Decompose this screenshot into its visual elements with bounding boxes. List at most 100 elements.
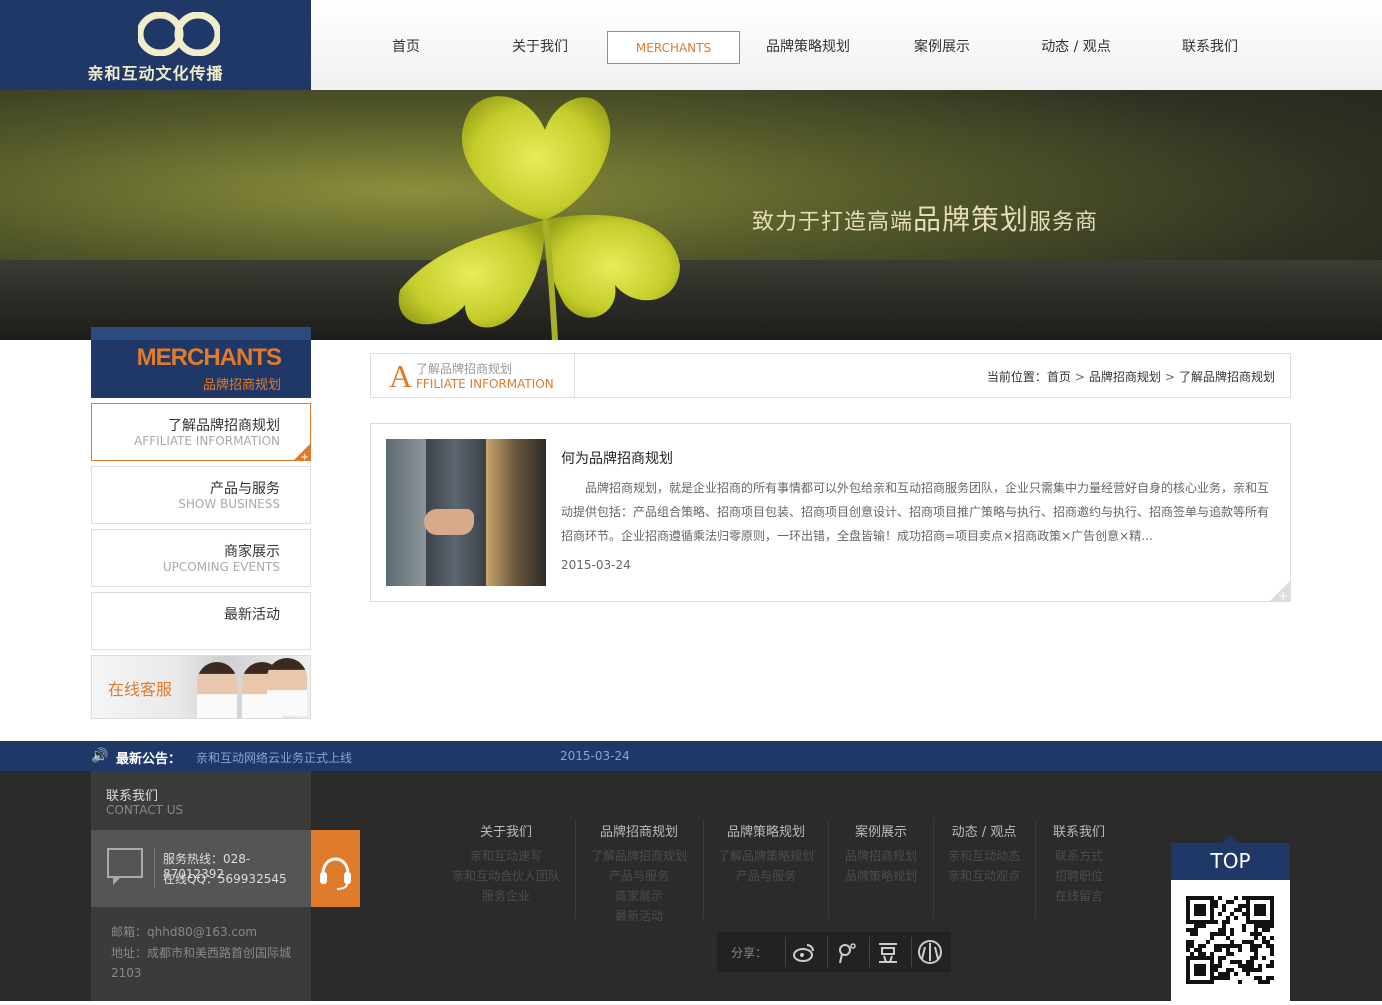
logo-mark-icon [138,12,220,56]
divider [154,848,155,888]
sidebar-item-sublabel: UPCOMING EVENTS [162,560,280,574]
sidebar-item-label: 商家展示 [224,544,280,560]
sidebar-header: MERCHANTS 品牌招商规划 [91,327,311,398]
article-date: 2015-03-24 [561,558,631,572]
footer-col-heading[interactable]: 动态 / 观点 [938,821,1030,840]
footer-link[interactable]: 品牌招商规划 [835,846,927,866]
footer-col-cases: 案例展示 品牌招商规划 品牌策略规划 [835,821,927,886]
plus-icon: + [1277,589,1288,603]
article-title[interactable]: 何为品牌招商规划 [561,448,673,468]
divider [574,354,575,397]
section-title-cn: 了解品牌招商规划 [416,362,513,376]
sidebar-item-merchants[interactable]: 商家展示 UPCOMING EVENTS [91,529,311,587]
breadcrumb-level1[interactable]: 品牌招商规划 [1089,370,1161,384]
breadcrumb-home[interactable]: 首页 [1047,370,1071,384]
footer-col-heading[interactable]: 品牌策略规划 [710,821,822,840]
breadcrumb-separator: > [1164,370,1175,384]
divider [703,819,704,919]
agent-avatar [267,658,307,716]
sidebar-item-products[interactable]: 产品与服务 SHOW BUSINESS [91,466,311,524]
divider [828,819,829,919]
online-service-button[interactable]: 在线客服 [91,655,311,719]
footer-link[interactable]: 产品与服务 [710,866,822,886]
sidebar-item-events[interactable]: 最新活动 [91,592,311,650]
weibo-icon[interactable] [785,937,821,967]
notice-label: 最新公告： [116,752,182,767]
sidebar-title-cn: 品牌招商规划 [202,378,281,393]
logo[interactable]: 亲和互动文化传播 [0,0,311,90]
footer-col-news: 动态 / 观点 亲和互动动态 亲和互动观点 [938,821,1030,886]
thumbnail-hand [424,509,474,535]
footer-link[interactable]: 亲和互动速写 [442,846,570,866]
nav-brand-strategy[interactable]: 品牌策略规划 [752,31,864,64]
footer-link[interactable]: 在线留言 [1042,886,1116,906]
contact-box: 服务热线：028-87012392 在线QQ：569932545 [91,830,311,907]
divider [575,819,576,919]
divider [1035,819,1036,919]
footer-col-strategy: 品牌策略规划 了解品牌策略规划 产品与服务 [710,821,822,886]
footer: 联系我们 CONTACT US 服务热线：028-87012392 在线QQ：5… [0,771,1382,1001]
footer-col-heading[interactable]: 联系我们 [1042,821,1116,840]
sidebar-item-label: 最新活动 [224,607,280,623]
chat-bubble-icon [107,848,143,878]
breadcrumb-prefix: 当前位置： [986,370,1047,384]
nav-contact[interactable]: 联系我们 [1160,31,1260,64]
plus-icon: + [300,452,309,463]
nav-cases[interactable]: 案例展示 [892,31,992,64]
contact-email: 邮箱：qhhd80@163.com [111,925,258,939]
notice-bar: 🔊 最新公告： 亲和互动网络云业务正式上线 2015-03-24 [0,741,1382,771]
notice-message[interactable]: 亲和互动网络云业务正式上线 [196,749,352,766]
slogan-suffix: 服务商 [1029,210,1099,235]
article-thumbnail[interactable] [386,439,546,586]
nav-news[interactable]: 动态 / 观点 [1026,31,1126,64]
hero-banner: 致力于打造高端品牌策划服务商 [0,90,1382,340]
notice-date: 2015-03-24 [560,749,630,763]
footer-col-heading[interactable]: 品牌招商规划 [582,821,696,840]
footer-col-merchants: 品牌招商规划 了解品牌招商规划 产品与服务 商家展示 最新活动 [582,821,696,926]
headset-icon[interactable] [311,830,360,907]
footer-link[interactable]: 了解品牌策略规划 [710,846,822,866]
footer-link[interactable]: 亲和互动动态 [938,846,1030,866]
footer-col-heading[interactable]: 案例展示 [835,821,927,840]
footer-col-heading[interactable]: 关于我们 [442,821,570,840]
divider [933,819,934,919]
sidebar-item-label: 了解品牌招商规划 [168,418,280,434]
footer-link[interactable]: 服务企业 [442,886,570,906]
footer-link[interactable]: 联系方式 [1042,846,1116,866]
footer-link[interactable]: 产品与服务 [582,866,696,886]
agent-avatar [197,662,237,718]
footer-link[interactable]: 了解品牌招商规划 [582,846,696,866]
footer-link[interactable]: 商家展示 [582,886,696,906]
header: 亲和互动文化传播 首页 关于我们 MERCHANTS 品牌策略规划 案例展示 动… [0,0,1382,90]
qr-code-icon [1186,896,1274,984]
clover-illustration [398,96,680,340]
sidebar-item-sublabel: SHOW BUSINESS [178,497,280,511]
footer-link[interactable]: 亲和互动合伙人团队 [442,866,570,886]
sidebar-item-label: 产品与服务 [210,481,280,497]
breadcrumb-level2[interactable]: 了解品牌招商规划 [1179,370,1275,384]
sidebar-item-affiliate[interactable]: 了解品牌招商规划 AFFILIATE INFORMATION + [91,403,311,463]
footer-link[interactable]: 亲和互动观点 [938,866,1030,886]
back-to-top-widget: TOP [1171,835,1290,1001]
online-service-label: 在线客服 [108,680,173,699]
speaker-icon: 🔊 [91,748,109,764]
nav-about[interactable]: 关于我们 [490,31,590,64]
nav-home[interactable]: 首页 [356,31,456,64]
contact-address: 地址：成都市和美西路首创国际城2103 [111,946,292,980]
contact-title-en: CONTACT US [106,803,184,817]
douban-icon[interactable] [869,937,905,967]
article-summary: 品牌招商规划，就是企业招商的所有事情都可以外包给亲和互动招商服务团队，企业只需集… [561,481,1270,543]
footer-col-about: 关于我们 亲和互动速写 亲和互动合伙人团队 服务企业 [442,821,570,906]
footer-link[interactable]: 招聘职位 [1042,866,1116,886]
footer-link[interactable]: 最新活动 [582,906,696,926]
tencent-weibo-icon[interactable] [827,937,863,967]
qr-code [1171,880,1290,1001]
footer-link[interactable]: 品牌策略规划 [835,866,927,886]
article-card[interactable]: 何为品牌招商规划 品牌招商规划，就是企业招商的所有事情都可以外包给亲和互动招商服… [370,423,1291,603]
renren-icon[interactable] [911,937,947,967]
section-letter: A [389,358,413,394]
sidebar-item-sublabel: AFFILIATE INFORMATION [134,434,280,448]
breadcrumb: 当前位置：首页 > 品牌招商规划 > 了解品牌招商规划 [987,368,1275,385]
back-to-top-button[interactable]: TOP [1171,843,1290,880]
nav-merchants[interactable]: MERCHANTS [607,31,740,64]
